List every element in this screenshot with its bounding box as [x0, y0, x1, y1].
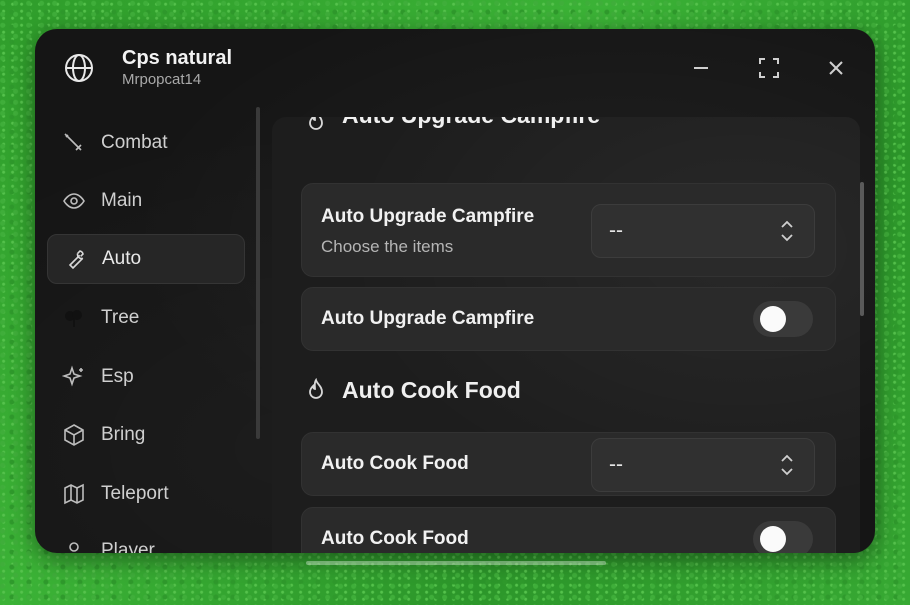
- dropdown-value: --: [609, 453, 623, 476]
- maximize-button[interactable]: [756, 55, 782, 81]
- campfire-toggle-card: Auto Upgrade Campfire: [301, 287, 836, 351]
- sidebar-item-label: Main: [101, 190, 143, 211]
- sidebar-item-main[interactable]: Main: [47, 177, 243, 225]
- app-window: Cps natural Mrpopcat14 Combat Main Auto …: [35, 29, 875, 553]
- minimize-button[interactable]: [688, 55, 714, 81]
- sidebar-item-label: Tree: [101, 307, 140, 328]
- box-icon: [61, 422, 87, 448]
- toggle-label: Auto Cook Food: [321, 528, 469, 549]
- eye-icon: [61, 188, 87, 214]
- sidebar-item-esp[interactable]: Esp: [47, 353, 243, 401]
- chevron-up-down-icon: [781, 220, 793, 242]
- cook-toggle-card: Auto Cook Food: [301, 507, 836, 553]
- map-icon: [61, 481, 87, 507]
- sidebar-item-label: Bring: [101, 424, 146, 445]
- cook-dropdown-card: Auto Cook Food --: [301, 432, 836, 496]
- dropdown-description: Choose the items: [321, 237, 454, 256]
- content-scrollbar[interactable]: [860, 182, 864, 316]
- sidebar-item-label: Esp: [101, 366, 134, 387]
- content-panel: Auto Upgrade Campfire Auto Upgrade Campf…: [272, 117, 860, 553]
- toggle-knob: [760, 526, 786, 552]
- window-title: Cps natural: [122, 47, 233, 69]
- sword-icon: [61, 130, 87, 156]
- close-icon: [829, 61, 843, 75]
- sidebar-item-label: Player: [101, 540, 155, 553]
- user-icon: [61, 538, 87, 553]
- campfire-toggle[interactable]: [753, 301, 813, 337]
- window-subtitle: Mrpopcat14: [122, 71, 202, 88]
- campfire-items-dropdown[interactable]: --: [591, 204, 815, 258]
- sidebar-item-label: Auto: [102, 248, 142, 269]
- minimize-icon: [694, 67, 708, 69]
- window-header: Cps natural Mrpopcat14: [35, 29, 875, 109]
- dropdown-label: Auto Cook Food: [321, 453, 469, 474]
- chevron-up-down-icon: [781, 454, 793, 476]
- cook-food-toggle[interactable]: [753, 521, 813, 553]
- maximize-icon: [759, 58, 779, 78]
- sidebar-item-auto[interactable]: Auto: [47, 234, 245, 284]
- flame-icon: [309, 117, 323, 130]
- toggle-label: Auto Upgrade Campfire: [321, 308, 535, 329]
- close-button[interactable]: [823, 55, 849, 81]
- section-title: Auto Cook Food: [342, 377, 521, 403]
- sidebar-item-teleport[interactable]: Teleport: [47, 470, 243, 518]
- sidebar-scrollbar[interactable]: [256, 107, 260, 439]
- sidebar-item-label: Teleport: [101, 483, 169, 504]
- sidebar: Combat Main Auto Tree Esp Bring Teleport…: [35, 109, 265, 553]
- sidebar-item-tree[interactable]: Tree: [47, 294, 243, 342]
- toggle-knob: [760, 306, 786, 332]
- flame-icon: [309, 378, 323, 399]
- globe-icon: [65, 54, 93, 82]
- wrench-icon: [62, 246, 88, 272]
- sidebar-item-label: Combat: [101, 132, 168, 153]
- sidebar-item-bring[interactable]: Bring: [47, 411, 243, 459]
- dropdown-value: --: [609, 219, 623, 242]
- cook-food-dropdown[interactable]: --: [591, 438, 815, 492]
- sparkles-icon: [61, 364, 87, 390]
- campfire-dropdown-card: Auto Upgrade Campfire Choose the items -…: [301, 183, 836, 277]
- home-indicator: [306, 561, 606, 565]
- section-title: Auto Upgrade Campfire: [342, 117, 600, 129]
- dropdown-label: Auto Upgrade Campfire: [321, 206, 535, 227]
- tree-icon: [61, 305, 87, 331]
- sidebar-item-player[interactable]: Player: [47, 527, 243, 553]
- sidebar-item-combat[interactable]: Combat: [47, 119, 243, 167]
